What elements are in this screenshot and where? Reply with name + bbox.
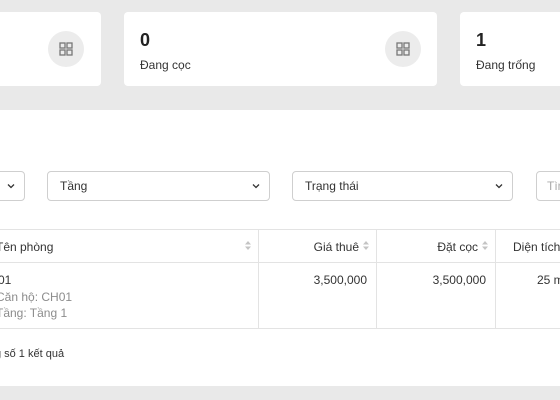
grid-icon (385, 31, 421, 67)
stat-label: Đang cọc (140, 58, 191, 72)
table-header-row: Tên phòng Giá thuê Đặt cọc Diện tích (0, 230, 560, 263)
sort-icon[interactable] (481, 240, 489, 254)
table-row[interactable]: 01 Căn hộ: CH01 Tầng: Tầng 1 3,500,000 3… (0, 263, 560, 329)
room-apartment: Căn hộ: CH01 (0, 290, 73, 304)
floor-select[interactable]: Tầng (47, 171, 270, 201)
chevron-down-icon (6, 180, 16, 194)
header-area[interactable]: Diện tích (496, 230, 560, 262)
filter-select-left[interactable] (0, 171, 25, 201)
sort-icon[interactable] (244, 240, 252, 254)
chevron-down-icon (494, 180, 504, 194)
stat-value: 1 (476, 30, 487, 50)
result-count: Tổng số 1 kết quả (0, 348, 65, 360)
room-floor: Tầng: Tầng 1 (0, 306, 68, 320)
cell-area: 25 m (537, 273, 560, 287)
search-input[interactable]: Tìm kiếm (536, 171, 560, 201)
stat-card-left (0, 12, 101, 86)
header-deposit[interactable]: Đặt cọc (377, 230, 496, 262)
floor-select-label: Tầng (60, 179, 88, 193)
stat-card-vacant: 1 Đang trống (460, 12, 560, 86)
chevron-down-icon (251, 180, 261, 194)
cell-room-name: 01 Căn hộ: CH01 Tầng: Tầng 1 (0, 263, 259, 328)
room-name: 01 (0, 273, 12, 287)
stat-label: Đang trống (476, 58, 536, 72)
stat-card-deposit: 0 Đang cọc (124, 12, 437, 86)
sort-icon[interactable] (362, 240, 370, 254)
header-rent-price[interactable]: Giá thuê (259, 230, 377, 262)
rooms-table: Tên phòng Giá thuê Đặt cọc Diện tích 01 … (0, 229, 560, 329)
cell-rent-price: 3,500,000 (259, 263, 377, 328)
grid-icon (48, 31, 84, 67)
status-select-label: Trạng thái (305, 179, 359, 193)
cell-deposit: 3,500,000 (377, 263, 496, 328)
stat-value: 0 (140, 30, 151, 50)
status-select[interactable]: Trạng thái (292, 171, 513, 201)
header-room-name[interactable]: Tên phòng (0, 230, 259, 262)
